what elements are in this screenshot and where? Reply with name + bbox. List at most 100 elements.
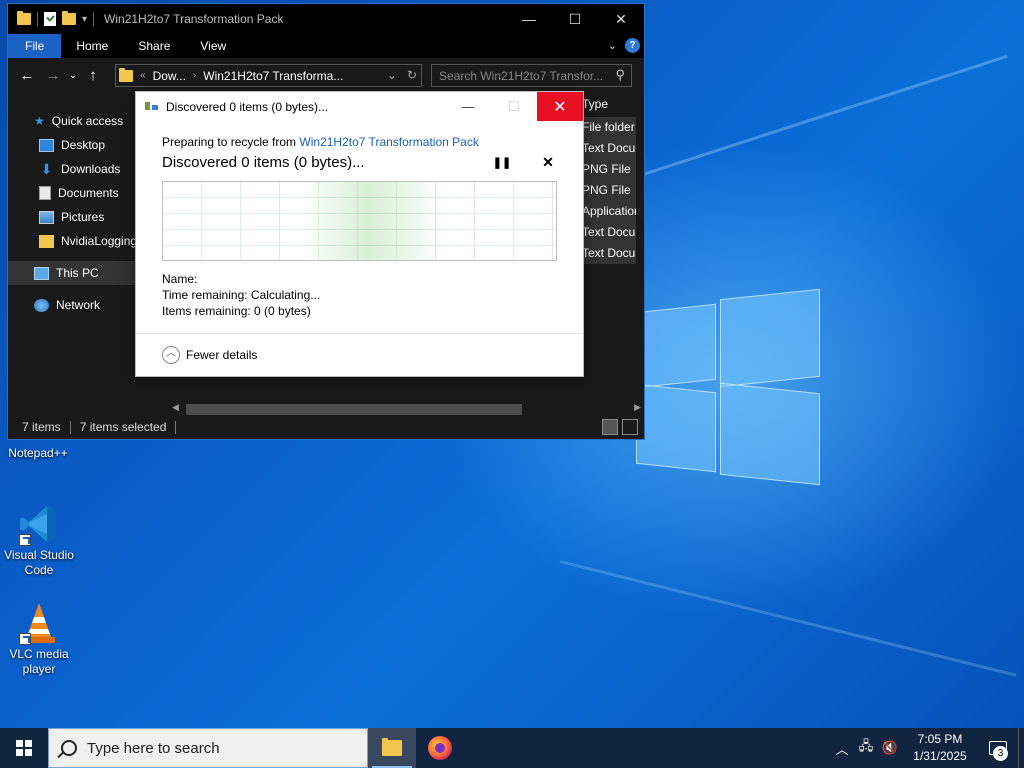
star-icon: ★ bbox=[34, 114, 45, 128]
up-arrow-icon[interactable]: ↑ bbox=[80, 67, 106, 84]
item-count: 7 items bbox=[22, 420, 61, 434]
minimize-button[interactable]: — bbox=[506, 4, 552, 34]
time-remaining: Time remaining: Calculating... bbox=[162, 288, 321, 302]
divider bbox=[93, 12, 95, 26]
large-icons-view-icon[interactable] bbox=[622, 419, 638, 435]
taskbar-search-box[interactable]: Type here to search bbox=[48, 728, 368, 768]
taskbar-firefox[interactable] bbox=[416, 728, 464, 768]
tab-file[interactable]: File bbox=[8, 34, 62, 58]
progress-heading: Discovered 0 items (0 bytes)... bbox=[162, 154, 365, 171]
search-input[interactable]: Search Win21H2to7 Transfor... ⚲ bbox=[431, 64, 632, 87]
search-icon: ⚲ bbox=[615, 67, 625, 82]
volume-muted-icon[interactable]: 🔇 bbox=[878, 740, 902, 756]
table-row[interactable]: Text Docum bbox=[576, 222, 636, 243]
properties-icon[interactable] bbox=[44, 12, 56, 26]
sidebar-item-label: Quick access bbox=[51, 114, 124, 128]
dialog-close-button[interactable]: ✕ bbox=[537, 92, 583, 121]
taskbar-file-explorer[interactable] bbox=[368, 728, 416, 768]
table-row[interactable]: PNG File bbox=[576, 159, 636, 180]
breadcrumb-downloads[interactable]: Dow... bbox=[153, 69, 186, 83]
sidebar-item-label: Documents bbox=[58, 186, 119, 200]
scroll-left-icon[interactable]: ◀ bbox=[172, 402, 179, 413]
start-button[interactable] bbox=[0, 728, 48, 768]
forward-arrow-icon[interactable]: → bbox=[40, 67, 66, 84]
clock-time: 7:05 PM bbox=[917, 732, 963, 746]
dialog-minimize-button[interactable]: — bbox=[445, 92, 491, 121]
divider bbox=[37, 12, 38, 26]
search-icon bbox=[61, 740, 77, 756]
source-folder-link[interactable]: Win21H2to7 Transformation Pack bbox=[299, 135, 478, 149]
table-row[interactable]: Application bbox=[576, 201, 636, 222]
title-bar[interactable]: ▾ Win21H2to7 Transformation Pack — ☐ ✕ bbox=[8, 4, 644, 34]
name-label: Name: bbox=[162, 272, 198, 286]
download-icon: ⬇ bbox=[40, 160, 53, 177]
folder-icon bbox=[119, 67, 133, 82]
address-bar[interactable]: « Dow... › Win21H2to7 Transforma... ⌄ ↻ bbox=[115, 64, 422, 87]
selected-count: 7 items selected bbox=[79, 420, 167, 434]
operation-description: Preparing to recycle from Win21H2to7 Tra… bbox=[162, 135, 479, 149]
network-icon bbox=[34, 298, 49, 312]
fewer-details-button[interactable]: ︿ Fewer details bbox=[162, 346, 257, 364]
show-hidden-icons-icon[interactable]: ︿ bbox=[830, 739, 854, 758]
table-row[interactable]: Text Docum bbox=[576, 243, 636, 264]
pictures-icon bbox=[39, 210, 54, 224]
system-tray: ︿ 🖧 🔇 7:05 PM 1/31/2025 3 bbox=[830, 728, 1024, 768]
close-button[interactable]: ✕ bbox=[598, 4, 644, 34]
items-remaining: Items remaining: 0 (0 bytes) bbox=[162, 304, 311, 318]
column-header-type[interactable]: Type bbox=[576, 91, 636, 117]
dialog-maximize-button: ☐ bbox=[508, 98, 520, 114]
breadcrumb-current-folder[interactable]: Win21H2to7 Transforma... bbox=[203, 69, 343, 83]
computer-icon bbox=[34, 266, 49, 280]
table-row[interactable]: PNG File bbox=[576, 180, 636, 201]
clock-date: 1/31/2025 bbox=[913, 749, 967, 763]
progress-dialog: Discovered 0 items (0 bytes)... — ☐ ✕ Pr… bbox=[135, 91, 584, 377]
light-beam bbox=[559, 560, 1017, 677]
divider bbox=[69, 420, 71, 434]
tab-view[interactable]: View bbox=[185, 34, 241, 58]
desktop-icon-label: Notepad++ bbox=[8, 446, 68, 460]
desktop-icon-label: VLC media player bbox=[9, 647, 69, 676]
help-icon[interactable]: ? bbox=[625, 38, 640, 53]
scrollbar-thumb[interactable] bbox=[186, 404, 522, 415]
vscode-icon bbox=[17, 502, 61, 546]
breadcrumb-chevron-icon[interactable]: « bbox=[140, 70, 146, 81]
desktop-icon bbox=[39, 138, 54, 152]
notification-count: 3 bbox=[993, 746, 1008, 761]
taskbar: Type here to search ︿ 🖧 🔇 7:05 PM 1/31/2… bbox=[0, 728, 1024, 768]
tab-share[interactable]: Share bbox=[123, 34, 185, 58]
scroll-right-icon[interactable]: ▶ bbox=[634, 402, 641, 413]
taskbar-search-placeholder: Type here to search bbox=[87, 739, 220, 757]
progress-details: Name: Time remaining: Calculating... Ite… bbox=[162, 271, 320, 319]
pause-icon[interactable]: ❚❚ bbox=[492, 156, 512, 172]
sidebar-item-label: NvidiaLogging bbox=[61, 234, 138, 248]
quick-access-toolbar: ▾ bbox=[8, 11, 95, 26]
details-view-icon[interactable] bbox=[602, 419, 618, 435]
cancel-icon[interactable]: ✕ bbox=[539, 154, 557, 172]
action-center-button[interactable]: 3 bbox=[978, 728, 1018, 768]
search-placeholder: Search Win21H2to7 Transfor... bbox=[439, 68, 604, 83]
table-row[interactable]: File folder bbox=[576, 117, 636, 138]
windows-logo bbox=[636, 288, 826, 486]
desktop-icon-vlc[interactable]: VLC media player bbox=[1, 601, 77, 677]
expand-ribbon-icon[interactable]: ⌄ bbox=[608, 39, 617, 52]
divider bbox=[175, 420, 177, 434]
divider bbox=[136, 333, 583, 334]
new-folder-icon[interactable] bbox=[62, 11, 76, 25]
recent-locations-icon[interactable]: ⌄ bbox=[66, 70, 80, 81]
desktop-icon-vscode[interactable]: Visual Studio Code bbox=[1, 502, 77, 578]
customize-toolbar-icon[interactable]: ▾ bbox=[82, 14, 87, 25]
table-row[interactable]: Text Docum bbox=[576, 138, 636, 159]
clock[interactable]: 7:05 PM 1/31/2025 bbox=[902, 731, 978, 765]
operation-prefix: Preparing to recycle from bbox=[162, 135, 297, 149]
maximize-button[interactable]: ☐ bbox=[552, 4, 598, 34]
show-desktop-button[interactable] bbox=[1018, 728, 1024, 768]
back-arrow-icon[interactable]: ← bbox=[14, 67, 40, 84]
file-transfer-icon bbox=[145, 101, 159, 112]
sidebar-item-label: Pictures bbox=[61, 210, 105, 224]
tab-home[interactable]: Home bbox=[61, 34, 123, 58]
sidebar-item-label: Desktop bbox=[61, 138, 106, 152]
network-status-icon[interactable]: 🖧 bbox=[854, 737, 878, 759]
address-dropdown-icon[interactable]: ⌄ bbox=[387, 68, 397, 82]
refresh-icon[interactable]: ↻ bbox=[407, 68, 417, 82]
breadcrumb-chevron-icon[interactable]: › bbox=[193, 70, 196, 81]
